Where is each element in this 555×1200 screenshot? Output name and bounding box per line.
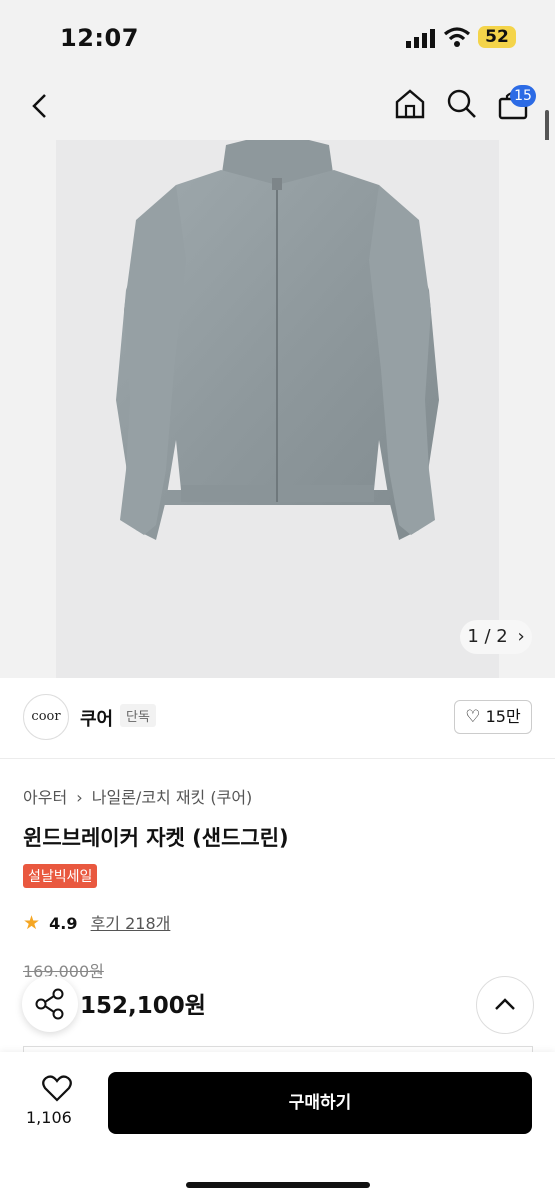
back-icon[interactable]: [30, 92, 50, 124]
battery-indicator: 52: [478, 26, 516, 48]
status-time: 12:07: [60, 24, 139, 52]
heart-icon: [42, 1075, 72, 1102]
home-indicator[interactable]: [186, 1182, 370, 1188]
share-button[interactable]: [22, 976, 78, 1032]
sale-price: 152,100원: [80, 993, 206, 1019]
rating-score: 4.9: [49, 914, 78, 933]
home-icon[interactable]: [394, 88, 426, 124]
wish-button[interactable]: [30, 1074, 84, 1106]
reviews-link[interactable]: 후기 218개: [91, 914, 171, 933]
share-icon: [35, 988, 64, 1020]
chevron-up-icon: [495, 998, 515, 1010]
brand-like-count: 15만: [485, 707, 521, 726]
status-bar: 12:07 52: [0, 0, 555, 70]
star-icon: ★: [23, 912, 41, 934]
rating-row: ★ 4.9 후기 218개: [23, 910, 170, 934]
breadcrumb-item[interactable]: 아우터: [23, 788, 67, 807]
chevron-right-icon: ›: [76, 788, 83, 807]
buy-button[interactable]: 구매하기: [108, 1072, 532, 1134]
chevron-right-icon: ›: [517, 626, 525, 647]
gallery-pager[interactable]: 1 / 2 ›: [460, 620, 532, 654]
breadcrumb: 아우터 › 나일론/코치 재킷 (쿠어): [23, 784, 252, 808]
product-title: 윈드브레이커 자켓 (샌드그린): [23, 826, 289, 850]
scroll-top-button[interactable]: [476, 976, 534, 1034]
pager-label: 1 / 2: [467, 626, 508, 647]
divider: [0, 758, 555, 759]
breadcrumb-item[interactable]: 나일론/코치 재킷 (쿠어): [92, 788, 253, 807]
cellular-signal-icon: [406, 28, 436, 52]
exclusive-tag: 단독: [120, 704, 156, 727]
product-image[interactable]: [56, 140, 499, 678]
brand-logo[interactable]: coor: [23, 694, 69, 740]
sale-badge: 설날빅세일: [23, 864, 98, 888]
brand-row: coor 쿠어 단독 ♡ 15만: [0, 690, 555, 746]
cart-count-badge: 15: [510, 85, 536, 107]
brand-name[interactable]: 쿠어: [80, 705, 113, 731]
wish-count: 1,106: [26, 1108, 72, 1127]
top-nav: [0, 70, 555, 140]
heart-icon: ♡: [465, 707, 481, 727]
wifi-icon: [443, 26, 471, 52]
search-icon[interactable]: [446, 88, 478, 124]
brand-like-button[interactable]: ♡ 15만: [454, 700, 532, 734]
